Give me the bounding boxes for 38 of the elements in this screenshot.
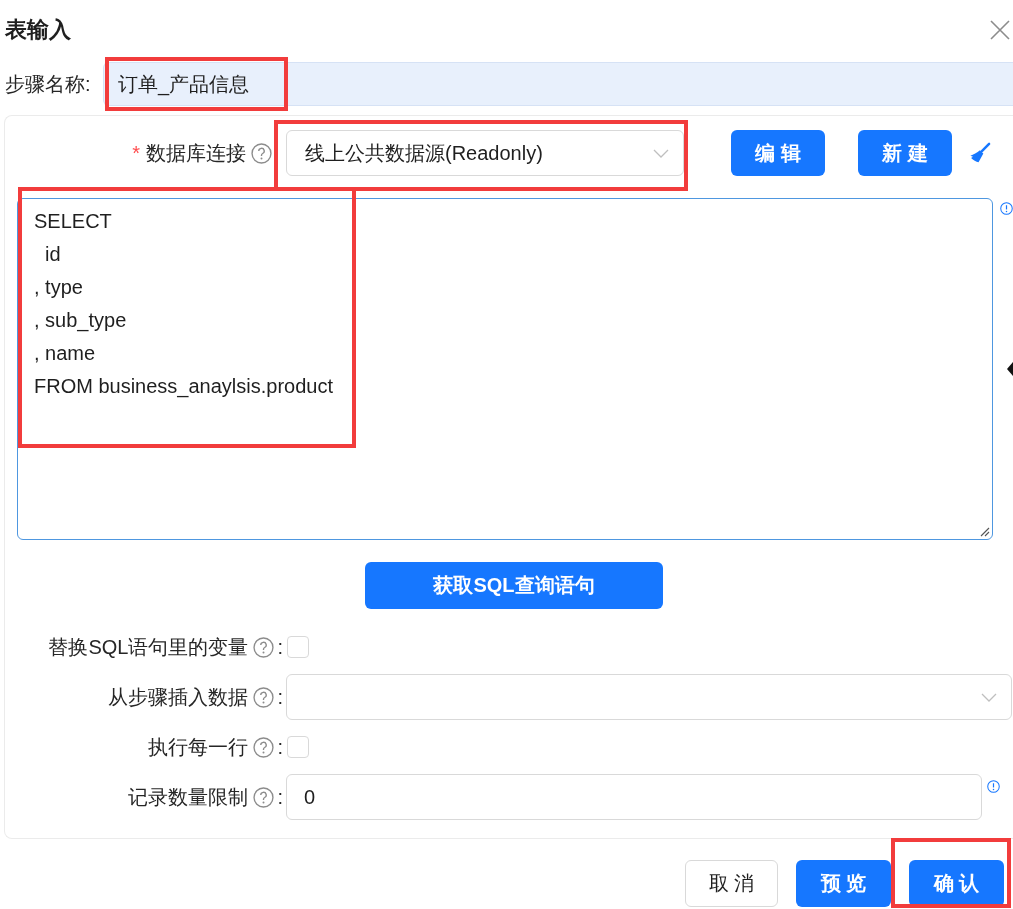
field-label: 从步骤插入数据	[108, 684, 249, 710]
toolbar-button[interactable]: 新 建	[858, 130, 952, 176]
help-icon[interactable]	[251, 142, 272, 164]
get-sql-button[interactable]: 获取SQL查询语句	[365, 562, 663, 609]
help-icon[interactable]	[253, 686, 275, 708]
label-colon: :	[277, 635, 283, 659]
label-colon: :	[277, 785, 283, 809]
close-icon[interactable]	[990, 20, 1010, 40]
resize-handle-icon[interactable]	[980, 527, 990, 537]
caret-left-icon[interactable]	[1007, 362, 1013, 376]
cancel-button[interactable]: 取 消	[685, 860, 778, 907]
label-colon: :	[277, 735, 283, 759]
limit-input[interactable]: 0	[286, 774, 982, 820]
confirm-button[interactable]: 确 认	[909, 860, 1004, 907]
field-label: 替换SQL语句里的变量	[48, 634, 249, 660]
step-name-field[interactable]: 订单_产品信息	[103, 62, 1013, 106]
field-label: 数据库连接	[146, 140, 246, 166]
dropdown-field[interactable]: 线上公共数据源(Readonly)	[286, 130, 684, 176]
chevron-down-icon	[981, 692, 997, 702]
checkbox[interactable]	[287, 736, 309, 758]
broom-icon[interactable]	[968, 141, 991, 165]
checkbox[interactable]	[287, 636, 309, 658]
dropdown-field[interactable]	[286, 674, 1012, 720]
field-label: 执行每一行	[148, 734, 249, 760]
info-icon[interactable]	[987, 780, 1000, 793]
required-mark: *	[132, 141, 140, 165]
sql-editor[interactable]: SELECT id , type , sub_type , name FROM business_anaylsis.product	[17, 198, 993, 540]
field-label: 记录数量限制	[128, 784, 249, 810]
help-icon[interactable]	[253, 736, 275, 758]
help-icon[interactable]	[253, 636, 275, 658]
info-icon[interactable]	[1000, 202, 1013, 215]
toolbar-button[interactable]: 编 辑	[731, 130, 825, 176]
help-icon[interactable]	[253, 786, 275, 808]
label-colon: :	[277, 685, 283, 709]
preview-button[interactable]: 预 览	[796, 860, 891, 907]
field-label: 步骤名称:	[5, 71, 92, 97]
dialog-title: 表输入	[5, 16, 71, 44]
chevron-down-icon	[653, 148, 669, 158]
